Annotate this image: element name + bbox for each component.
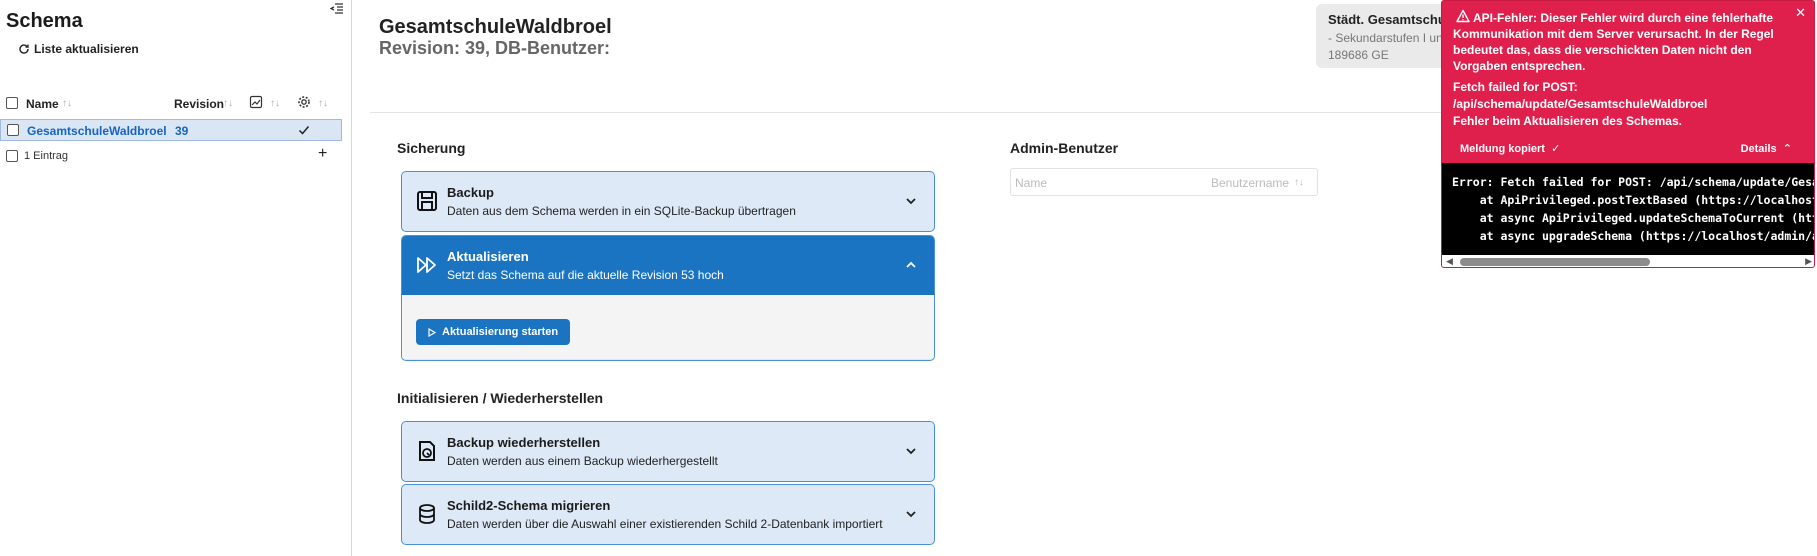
chevron-up-icon: ⌃ [1779, 143, 1792, 155]
check-icon: ✓ [1548, 143, 1561, 155]
migrate-schema-subtitle: Daten werden über die Auswahl einer exis… [447, 517, 883, 531]
page-title: GesamtschuleWaldbroel [379, 16, 612, 38]
sort-name-icon[interactable]: ↑↓ [62, 98, 72, 109]
fast-forward-icon [417, 257, 436, 273]
scroll-left-icon[interactable]: ◀ [1446, 256, 1453, 267]
copy-message-label: Meldung kopiert [1460, 143, 1545, 155]
sort-image-icon[interactable]: ↑↓ [270, 98, 280, 109]
table-footer: 1 Eintrag + [0, 145, 342, 166]
refresh-list-label: Liste aktualisieren [34, 42, 139, 56]
refresh-icon [19, 44, 29, 54]
play-icon [428, 327, 436, 337]
backup-accordion-header[interactable]: Backup Daten aus dem Schema werden in ei… [402, 172, 934, 231]
error-fetch-line3: Fehler beim Aktualisieren des Schemas. [1453, 114, 1682, 128]
column-name-header[interactable]: Name [26, 97, 59, 111]
update-accordion[interactable]: Aktualisieren Setzt das Schema auf die a… [401, 235, 935, 361]
add-icon[interactable]: + [318, 145, 327, 163]
database-icon [419, 504, 435, 524]
school-info-card: Städt. Gesamtschule - Sekundarstufen I u… [1316, 4, 1446, 68]
save-icon [417, 191, 437, 211]
admin-column-username[interactable]: Benutzername [1211, 176, 1289, 190]
scroll-right-icon[interactable]: ▶ [1805, 256, 1812, 267]
migrate-schema-accordion[interactable]: Schild2-Schema migrieren Daten werden üb… [401, 484, 935, 545]
schema-revision: 39 [175, 124, 189, 138]
error-fetch-info: Fetch failed for POST: /api/schema/updat… [1453, 79, 1803, 130]
schema-name: GesamtschuleWaldbroel [27, 124, 167, 138]
school-number: 189686 GE [1328, 48, 1389, 62]
backup-title: Backup [447, 185, 494, 200]
select-all-checkbox[interactable] [6, 97, 18, 109]
sidebar-title: Schema [6, 10, 83, 32]
migrate-schema-header[interactable]: Schild2-Schema migrieren Daten werden üb… [402, 485, 934, 544]
admin-column-name[interactable]: Name [1015, 176, 1047, 190]
details-toggle-button[interactable]: Details ⌃ [1741, 142, 1792, 155]
restore-backup-header[interactable]: Backup wiederherstellen Daten werden aus… [402, 422, 934, 481]
school-name: Städt. Gesamtschule [1328, 12, 1446, 27]
table-row[interactable]: GesamtschuleWaldbroel 39 [0, 119, 342, 141]
error-notification: ✕ API-Fehler: Dieser Fehler wird durch e… [1441, 0, 1815, 268]
chevron-up-icon[interactable] [904, 258, 918, 272]
column-revision-header[interactable]: Revision [174, 97, 224, 111]
update-accordion-header[interactable]: Aktualisieren Setzt das Schema auf die a… [402, 236, 934, 295]
check-icon [298, 126, 310, 135]
schema-table-header: Name ↑↓ Revision ↑↓ ↑↓ ↑↓ [0, 91, 342, 115]
start-update-label: Aktualisierung starten [442, 326, 559, 338]
update-accordion-body: Aktualisierung starten [402, 295, 934, 359]
page-subtitle: Revision: 39, DB-Benutzer: [379, 38, 611, 58]
admin-users-table: Name Benutzername ↑↓ [1010, 168, 1318, 196]
school-type: - Sekundarstufen I und [1328, 31, 1446, 45]
init-section-title: Initialisieren / Wiederherstellen [397, 390, 604, 406]
sort-gear-icon[interactable]: ↑↓ [318, 98, 328, 109]
migrate-schema-title: Schild2-Schema migrieren [447, 498, 611, 513]
restore-backup-accordion[interactable]: Backup wiederherstellen Daten werden aus… [401, 421, 935, 482]
error-stacktrace: Error: Fetch failed for POST: /api/schem… [1442, 163, 1814, 255]
collapse-sidebar-icon[interactable] [330, 2, 344, 16]
sort-revision-icon[interactable]: ↑↓ [223, 98, 233, 109]
restore-backup-subtitle: Daten werden aus einem Backup wiederherg… [447, 454, 718, 468]
chevron-down-icon[interactable] [904, 507, 918, 521]
error-message: API-Fehler: Dieser Fehler wird durch ein… [1453, 10, 1803, 74]
scrollbar-thumb[interactable] [1460, 258, 1650, 266]
admin-section-title: Admin-Benutzer [1010, 140, 1119, 156]
error-fetch-line2: /api/schema/update/GesamtschuleWaldbroel [1453, 97, 1708, 111]
entry-count: 1 Eintrag [24, 150, 69, 162]
copy-message-button[interactable]: Meldung kopiert ✓ [1460, 142, 1560, 155]
backup-section-title: Sicherung [397, 140, 466, 156]
update-subtitle: Setzt das Schema auf die aktuelle Revisi… [447, 268, 724, 282]
details-label: Details [1740, 143, 1777, 155]
backup-subtitle: Daten aus dem Schema werden in ein SQLit… [447, 204, 796, 218]
update-title: Aktualisieren [447, 249, 529, 264]
footer-checkbox[interactable] [6, 150, 18, 162]
sidebar: Schema Liste aktualisieren Name ↑↓ Revis… [0, 0, 352, 556]
row-checkbox[interactable] [7, 124, 19, 136]
refresh-list-button[interactable]: Liste aktualisieren [18, 42, 139, 56]
gear-icon[interactable] [297, 95, 311, 109]
header-divider [370, 112, 1470, 113]
restore-file-icon [419, 441, 435, 461]
error-fetch-line1: Fetch failed for POST: [1453, 80, 1578, 94]
start-update-button[interactable]: Aktualisierung starten [416, 319, 571, 345]
restore-backup-title: Backup wiederherstellen [447, 435, 601, 450]
backup-accordion[interactable]: Backup Daten aus dem Schema werden in ei… [401, 171, 935, 232]
horizontal-scrollbar[interactable]: ◀ ▶ [1442, 255, 1814, 267]
sort-username-icon[interactable]: ↑↓ [1294, 177, 1304, 188]
image-chart-icon[interactable] [249, 95, 263, 109]
error-message-text: API-Fehler: Dieser Fehler wird durch ein… [1453, 11, 1774, 73]
chevron-down-icon[interactable] [904, 444, 918, 458]
chevron-down-icon[interactable] [904, 194, 918, 208]
